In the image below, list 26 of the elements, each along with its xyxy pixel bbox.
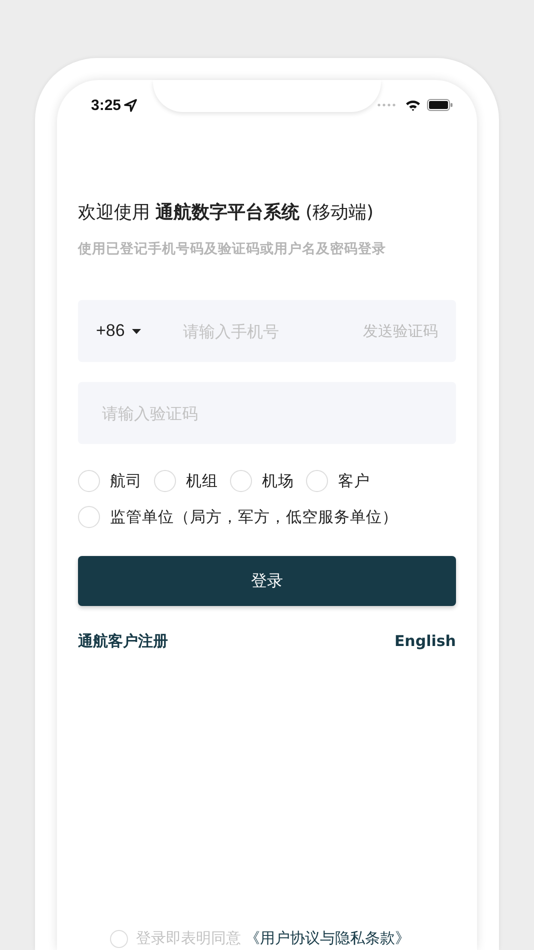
login-hint: 使用已登记手机号码及验证码或用户名及密码登录 bbox=[78, 240, 387, 258]
location-arrow-icon bbox=[124, 98, 138, 112]
role-radio[interactable]: 机组 bbox=[154, 470, 218, 492]
code-field[interactable]: 请输入验证码 bbox=[78, 382, 456, 444]
role-radio[interactable]: 航司 bbox=[78, 470, 142, 492]
country-code-selector[interactable]: +86 bbox=[96, 321, 181, 341]
language-link[interactable]: English bbox=[394, 632, 456, 651]
welcome-heading: 欢迎使用 通航数字平台系统 (移动端) bbox=[78, 201, 375, 224]
role-radio[interactable]: 客户 bbox=[306, 470, 370, 492]
role-radio[interactable]: 监管单位（局方，军方，低空服务单位） bbox=[78, 506, 456, 528]
radio-circle[interactable] bbox=[78, 506, 100, 528]
agreement-link[interactable]: 《用户协议与隐私条款》 bbox=[245, 929, 410, 948]
register-link[interactable]: 通航客户注册 bbox=[78, 632, 168, 651]
wifi-icon bbox=[405, 99, 421, 111]
phone-input[interactable]: 请输入手机号 bbox=[181, 320, 363, 342]
agreement-text: 登录即表明同意 bbox=[136, 929, 241, 948]
radio-circle[interactable] bbox=[306, 470, 328, 492]
radio-circle[interactable] bbox=[154, 470, 176, 492]
caret-icon bbox=[132, 328, 141, 334]
role-radio[interactable]: 机场 bbox=[230, 470, 294, 492]
battery-icon bbox=[427, 99, 453, 111]
agreement-radio[interactable] bbox=[110, 930, 128, 948]
radio-circle[interactable] bbox=[230, 470, 252, 492]
login-button[interactable]: 登录 bbox=[78, 556, 456, 606]
status-time: 3:25 bbox=[91, 96, 122, 114]
radio-circle[interactable] bbox=[78, 470, 100, 492]
